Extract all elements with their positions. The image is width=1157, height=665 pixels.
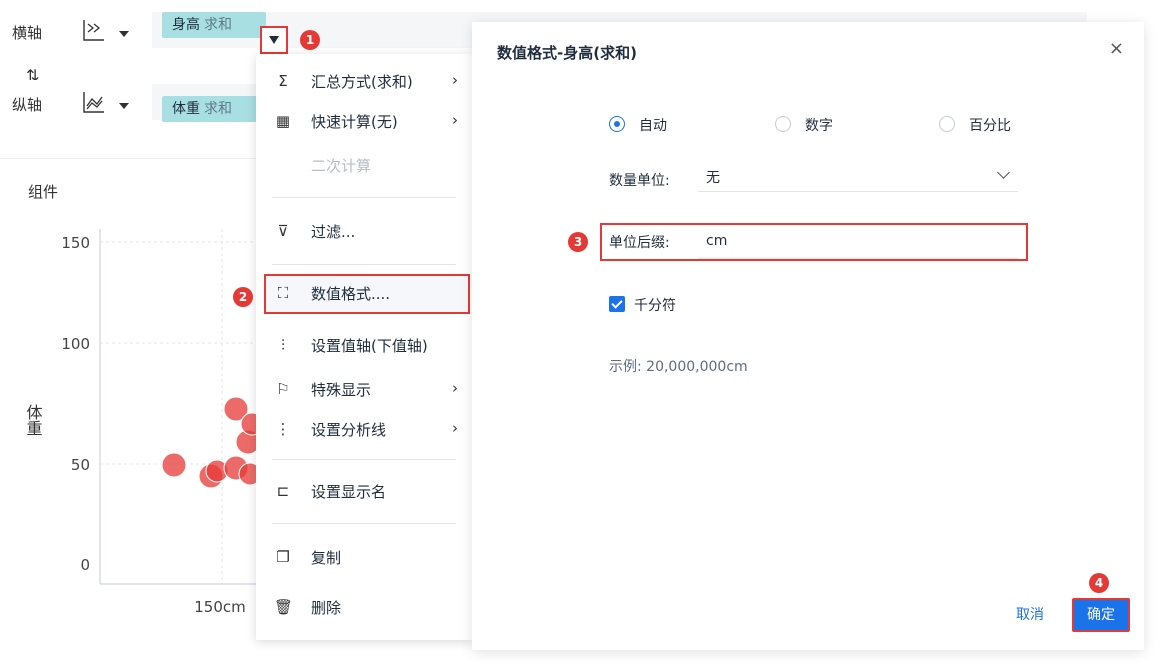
radio-label: 自动 xyxy=(639,118,667,134)
x-axis-label: 横轴 xyxy=(12,24,43,42)
y-tick-label: 0 xyxy=(80,556,90,574)
menu-item-secondary-calc: 二次计算 xyxy=(256,146,472,186)
chevron-down-icon xyxy=(997,166,1010,179)
chevron-down-icon[interactable] xyxy=(119,31,129,37)
confirm-button[interactable]: 确定 xyxy=(1072,598,1130,632)
menu-item-label: 设置显示名 xyxy=(311,483,387,501)
chart-type-icon[interactable] xyxy=(80,88,108,116)
step-badge-3: 3 xyxy=(568,232,588,252)
axis-icon: ⫶ xyxy=(281,336,285,354)
filter-icon: ⊽ xyxy=(277,222,289,240)
flag-icon: ⚐ xyxy=(276,380,290,398)
menu-item-aggregation[interactable]: Σ 汇总方式(求和) › xyxy=(256,62,472,102)
radio-label: 数字 xyxy=(805,118,833,134)
thousands-checkbox[interactable] xyxy=(609,296,625,312)
unit-label: 数量单位: xyxy=(609,173,670,189)
menu-divider xyxy=(272,264,456,265)
suffix-label: 单位后缀: xyxy=(609,235,670,251)
close-icon[interactable]: × xyxy=(1109,38,1124,59)
chevron-right-icon: › xyxy=(452,419,458,437)
x-tick-label: 150cm xyxy=(194,598,246,616)
suffix-input[interactable]: cm xyxy=(698,229,1018,259)
step-badge-2: 2 xyxy=(233,287,253,307)
caret-down-icon xyxy=(269,36,279,44)
menu-item-filter[interactable]: ⊽ 过滤... xyxy=(256,212,472,252)
menu-item-analysis-line[interactable]: ⋮ 设置分析线 › xyxy=(256,410,472,450)
menu-item-delete[interactable]: 🗑 删除 xyxy=(256,588,472,628)
chart-type-icon[interactable] xyxy=(80,16,108,44)
number-format-dialog: 数值格式-身高(求和) × 自动 数字 百分比 数量单位: 无 单位后缀: cm… xyxy=(472,22,1144,650)
step-badge-4: 4 xyxy=(1089,573,1109,593)
dialog-title: 数值格式-身高(求和) xyxy=(497,44,637,62)
menu-item-label: 设置分析线 xyxy=(311,421,387,439)
menu-item-label: 数值格式.... xyxy=(311,285,391,303)
unit-select-value: 无 xyxy=(706,170,720,186)
sigma-icon: Σ xyxy=(278,72,288,90)
radio-label: 百分比 xyxy=(969,118,1011,134)
menu-divider xyxy=(272,459,456,460)
y-field-pill[interactable]: 体重 求和 xyxy=(162,96,266,122)
field-context-menu: Σ 汇总方式(求和) › ▦ 快速计算(无) › 二次计算 ⊽ 过滤... ⛶ … xyxy=(256,54,472,640)
menu-divider xyxy=(272,197,456,198)
suffix-input-value: cm xyxy=(706,233,728,249)
y-axis-title: 体重 xyxy=(24,404,43,436)
data-point xyxy=(161,452,187,478)
menu-item-label: 特殊显示 xyxy=(311,381,372,399)
calculator-icon: ▦ xyxy=(275,112,291,130)
menu-divider xyxy=(272,523,456,524)
trash-icon: 🗑 xyxy=(274,598,294,616)
menu-item-display-name[interactable]: ⊏ 设置显示名 xyxy=(256,472,472,512)
y-tick-label: 150 xyxy=(61,234,90,252)
radio-icon xyxy=(775,116,791,132)
format-example: 示例: 20,000,000cm xyxy=(609,359,748,375)
menu-item-label: 汇总方式(求和) xyxy=(311,73,413,91)
y-field-name: 体重 xyxy=(172,101,200,117)
menu-item-label: 过滤... xyxy=(311,223,356,241)
radio-checked-icon xyxy=(609,116,625,132)
menu-item-special-display[interactable]: ⚐ 特殊显示 › xyxy=(256,370,472,410)
menu-item-copy[interactable]: ❐ 复制 xyxy=(256,538,472,578)
menu-item-value-axis[interactable]: ⫶ 设置值轴(下值轴) xyxy=(256,326,472,366)
radio-icon xyxy=(939,116,955,132)
chevron-right-icon: › xyxy=(452,379,458,397)
unit-select[interactable]: 无 xyxy=(698,162,1018,192)
chevron-right-icon: › xyxy=(452,71,458,89)
menu-item-label: 快速计算(无) xyxy=(311,113,398,131)
rename-icon: ⊏ xyxy=(276,482,290,500)
thousands-label: 千分符 xyxy=(634,298,676,314)
app-root: 横轴 身高 求和 1 ⇅ 纵轴 体重 求和 组件 150 100 50 0 15… xyxy=(0,0,1157,665)
y-tick-label: 50 xyxy=(71,456,90,474)
number-format-icon: ⛶ xyxy=(277,284,289,302)
copy-icon: ❐ xyxy=(276,548,290,566)
x-field-name: 身高 xyxy=(172,17,200,33)
chevron-right-icon: › xyxy=(452,111,458,129)
scatter-points xyxy=(161,396,264,489)
step-badge-1: 1 xyxy=(300,30,320,50)
y-axis-label: 纵轴 xyxy=(12,96,43,114)
menu-item-label: 二次计算 xyxy=(311,157,372,175)
menu-item-label: 删除 xyxy=(311,599,342,617)
cancel-button[interactable]: 取消 xyxy=(1000,598,1060,632)
x-field-pill[interactable]: 身高 求和 xyxy=(162,12,266,38)
y-tick-label: 100 xyxy=(61,335,90,353)
analysis-line-icon: ⋮ xyxy=(275,420,291,438)
menu-item-quick-calc[interactable]: ▦ 快速计算(无) › xyxy=(256,102,472,142)
y-field-agg: 求和 xyxy=(204,101,232,117)
x-field-agg: 求和 xyxy=(204,17,232,33)
field-dropdown-button[interactable] xyxy=(260,26,288,54)
menu-item-label: 复制 xyxy=(311,549,342,567)
chevron-down-icon[interactable] xyxy=(119,103,129,109)
menu-item-label: 设置值轴(下值轴) xyxy=(311,337,428,355)
menu-item-number-format[interactable]: ⛶ 数值格式.... xyxy=(264,274,470,314)
